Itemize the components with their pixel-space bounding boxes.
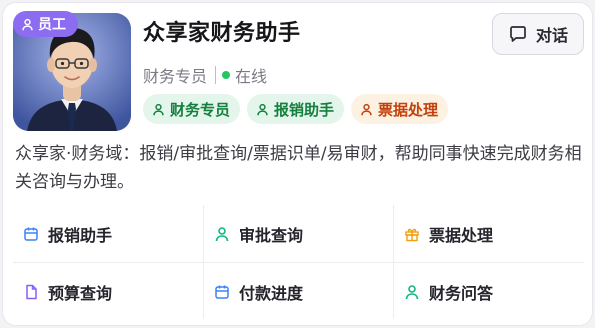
chat-bubble-icon (510, 26, 526, 42)
quick-action-invoice[interactable]: 票据处理 (394, 205, 584, 262)
agent-name: 众享家财务助手 (143, 21, 301, 46)
document-icon (26, 284, 37, 299)
quick-action-payment-progress[interactable]: 付款进度 (204, 263, 393, 320)
person-icon (361, 103, 372, 115)
person-icon (257, 103, 268, 115)
tag-label: 报销助手 (274, 100, 335, 119)
role-badge-label: 员工 (38, 17, 66, 33)
person-icon (153, 103, 164, 115)
tag-label: 票据处理 (378, 100, 439, 119)
quick-action-label: 审批查询 (239, 225, 304, 245)
quick-action-approval-query[interactable]: 审批查询 (204, 205, 393, 262)
tag-label: 财务专员 (170, 100, 231, 119)
quick-action-budget[interactable]: 预算查询 (13, 263, 203, 320)
tag-list: 财务专员 报销助手 票据处理 (143, 94, 449, 124)
agent-meta: 财务专员 在线 (143, 63, 267, 87)
quick-action-label: 财务问答 (429, 283, 494, 303)
quick-action-grid: 报销助手 审批查询 票据处理 预算查询 付款进度 财务问答 (13, 205, 584, 319)
quick-action-reimbursement[interactable]: 报销助手 (13, 205, 203, 262)
agent-description: 众享家·财务域：报销/审批查询/票据识单/易审财，帮助同事快速完成财务相关咨询与… (15, 144, 582, 192)
chat-button[interactable]: 对话 (492, 13, 584, 55)
gift-icon (405, 228, 419, 241)
chat-button-label: 对话 (535, 26, 568, 45)
role-badge: 员工 (13, 11, 78, 37)
quick-action-finance-qa[interactable]: 财务问答 (394, 263, 584, 320)
agent-position: 财务专员 (143, 67, 208, 86)
tag: 财务专员 (143, 94, 241, 124)
quick-action-label: 报销助手 (48, 225, 113, 245)
person-icon (405, 284, 419, 299)
status-text: 在线 (235, 67, 268, 86)
status-dot-icon (222, 71, 231, 79)
calendar-icon (24, 227, 38, 241)
quick-action-label: 票据处理 (429, 225, 494, 245)
calendar-icon (215, 285, 229, 299)
person-icon (215, 226, 229, 241)
tag: 票据处理 (351, 94, 449, 124)
quick-action-label: 付款进度 (239, 283, 304, 303)
agent-card[interactable]: 员工 众享家财务助手 财务专员 在线 财务专员 报销助手 票据处理 对话 众享家… (2, 2, 593, 326)
divider (215, 66, 217, 84)
person-icon (22, 18, 33, 30)
tag: 报销助手 (247, 94, 345, 124)
quick-action-label: 预算查询 (48, 283, 113, 303)
